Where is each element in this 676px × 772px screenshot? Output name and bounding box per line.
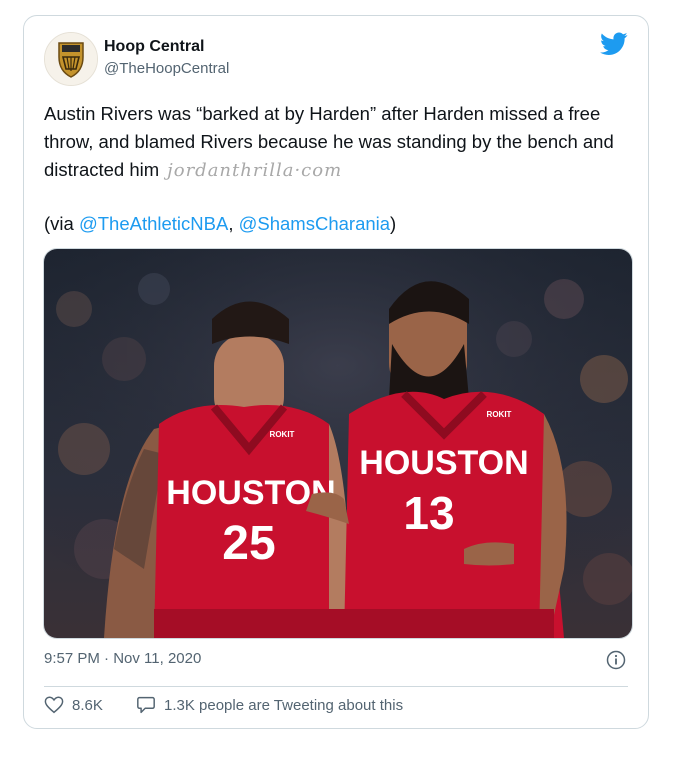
right-jersey-team: HOUSTON [359, 444, 528, 482]
author-name[interactable]: Hoop Central [104, 38, 204, 56]
mention-shamscharania[interactable]: @ShamsCharania [239, 213, 390, 234]
author-handle[interactable]: @TheHoopCentral [104, 60, 229, 77]
like-count: 8.6K [72, 696, 103, 714]
mention-theathleticnba[interactable]: @TheAthleticNBA [79, 213, 228, 234]
via-prefix: (via [44, 213, 79, 234]
via-line: (via @TheAthleticNBA, @ShamsCharania) [44, 210, 396, 238]
conversation-link[interactable]: 1.3K people are Tweeting about this [136, 696, 403, 714]
twitter-bird-icon[interactable] [600, 32, 628, 56]
basketball-players-photo: HOUSTON 25 ROKIT HOUSTON 13 ROKIT [44, 249, 632, 638]
watermark: jordanthrilla·com [167, 160, 343, 181]
like-button[interactable]: 8.6K [44, 696, 103, 714]
tweet-text: Austin Rivers was “barked at by Harden” … [44, 100, 634, 185]
conversation-text: 1.3K people are Tweeting about this [164, 696, 404, 714]
hoop-central-logo-icon [45, 33, 97, 85]
right-jersey-number: 13 [403, 487, 454, 539]
via-suffix: ) [390, 213, 397, 234]
left-jersey-number: 25 [222, 517, 275, 570]
divider [44, 686, 628, 687]
right-sponsor-patch: ROKIT [487, 410, 512, 419]
author-avatar[interactable] [44, 32, 98, 86]
heart-icon [44, 696, 64, 714]
tweet-card[interactable]: Hoop Central @TheHoopCentral Austin Rive… [23, 15, 649, 729]
tweet-timestamp[interactable]: 9:57 PM · Nov 11, 2020 [44, 650, 201, 667]
speech-bubble-icon [137, 696, 155, 714]
info-icon[interactable] [606, 650, 626, 670]
via-separator: , [228, 213, 239, 234]
left-sponsor-patch: ROKIT [270, 430, 295, 439]
tweet-photo[interactable]: HOUSTON 25 ROKIT HOUSTON 13 ROKIT [43, 248, 633, 639]
